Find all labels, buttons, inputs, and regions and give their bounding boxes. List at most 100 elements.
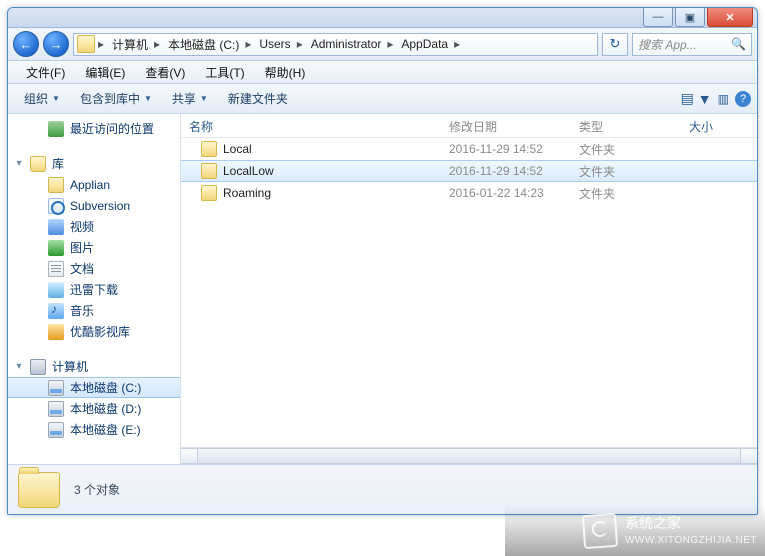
preview-pane-button[interactable]: ▥: [718, 92, 729, 106]
drive-icon: [48, 380, 64, 396]
breadcrumb[interactable]: ▸ 计算机▸ 本地磁盘 (C:)▸ Users▸ Administrator▸ …: [73, 33, 598, 56]
sidebar-item-drive[interactable]: 本地磁盘 (C:): [8, 377, 180, 398]
search-input[interactable]: 搜索 App... 🔍: [632, 33, 752, 56]
organize-button[interactable]: 组织▼: [14, 90, 70, 107]
crumb-computer[interactable]: 计算机: [104, 34, 154, 55]
title-bar: — ▣ ✕: [8, 8, 757, 28]
sidebar-item-recent[interactable]: 最近访问的位置: [8, 118, 180, 139]
watermark-title: 系统之家: [625, 516, 757, 531]
folder-icon: [77, 35, 95, 53]
back-button[interactable]: ←: [13, 31, 39, 57]
share-button[interactable]: 共享▼: [162, 90, 218, 107]
file-rows[interactable]: Local2016-11-29 14:52文件夹 LocalLow 2016-11-…: [181, 138, 757, 447]
menu-help[interactable]: 帮助(H): [255, 64, 316, 81]
sidebar-item[interactable]: 视频: [8, 216, 180, 237]
menu-edit[interactable]: 编辑(E): [75, 64, 135, 81]
file-type: 文件夹: [571, 181, 681, 206]
menu-tools[interactable]: 工具(T): [195, 64, 254, 81]
sidebar-item-label: 库: [52, 155, 64, 172]
refresh-button[interactable]: ↻: [602, 33, 628, 56]
menu-bar: 文件(F) 编辑(E) 查看(V) 工具(T) 帮助(H): [8, 61, 757, 84]
sidebar-item-label: 视频: [70, 218, 94, 235]
expand-icon[interactable]: ▾: [14, 361, 24, 372]
nav-bar: ← → ▸ 计算机▸ 本地磁盘 (C:)▸ Users▸ Administrat…: [8, 28, 757, 61]
sidebar-item-drive[interactable]: 本地磁盘 (D:): [8, 398, 180, 419]
sidebar-item-label: 迅雷下载: [70, 281, 118, 298]
help-button[interactable]: ?: [735, 91, 751, 107]
sidebar-item-label: Applian: [70, 178, 110, 192]
item-icon: [48, 219, 64, 235]
item-icon: [48, 282, 64, 298]
column-headers: 名称 修改日期 类型 大小: [181, 114, 757, 138]
folder-icon: [201, 185, 217, 201]
file-size: [681, 189, 757, 197]
close-button[interactable]: ✕: [707, 8, 753, 27]
minimize-button[interactable]: —: [643, 8, 673, 27]
file-size: [681, 145, 757, 153]
watermark-url: WWW.XITONGZHIJIA.NET: [625, 535, 757, 546]
sidebar-header-computer[interactable]: ▾ 计算机: [8, 356, 180, 377]
crumb-drive-c[interactable]: 本地磁盘 (C:): [160, 34, 245, 55]
drive-icon: [48, 422, 64, 438]
crumb-appdata[interactable]: AppData: [393, 34, 454, 55]
horizontal-scrollbar[interactable]: [181, 447, 757, 464]
library-icon: [30, 156, 46, 172]
sidebar-item[interactable]: 迅雷下载: [8, 279, 180, 300]
table-row[interactable]: Roaming2016-01-22 14:23文件夹: [181, 182, 757, 204]
sidebar-item-label: 文档: [70, 260, 94, 277]
table-row[interactable]: Local2016-11-29 14:52文件夹: [181, 138, 757, 160]
sidebar-item[interactable]: 文档: [8, 258, 180, 279]
item-icon: [48, 177, 64, 193]
sidebar-item-drive[interactable]: 本地磁盘 (E:): [8, 419, 180, 440]
file-name: Local: [223, 142, 252, 156]
sidebar-item-label: 音乐: [70, 302, 94, 319]
sidebar-header-libraries[interactable]: ▾ 库: [8, 153, 180, 174]
folder-icon: [18, 472, 60, 508]
col-size[interactable]: 大小: [681, 114, 757, 137]
col-type[interactable]: 类型: [571, 114, 681, 137]
content-area: 最近访问的位置 ▾ 库 Applian Subversion 视频图片文档迅雷下载音…: [8, 114, 757, 464]
crumb-users[interactable]: Users: [251, 34, 296, 55]
file-date: 2016-11-29 14:52: [441, 160, 571, 182]
computer-icon: [30, 359, 46, 375]
crumb-administrator[interactable]: Administrator: [303, 34, 388, 55]
sidebar-item[interactable]: Applian: [8, 174, 180, 195]
chevron-down-icon: ▼: [52, 94, 60, 103]
col-date[interactable]: 修改日期: [441, 114, 571, 137]
col-name[interactable]: 名称: [181, 114, 441, 137]
file-date: 2016-01-22 14:23: [441, 182, 571, 204]
search-placeholder: 搜索 App...: [638, 36, 697, 53]
sidebar-item-label: 优酷影视库: [70, 323, 130, 340]
file-name: LocalLow: [223, 164, 274, 178]
sidebar-item-label: 计算机: [52, 358, 88, 375]
toolbar: 组织▼ 包含到库中▼ 共享▼ 新建文件夹 ▤▼ ▥ ?: [8, 84, 757, 114]
sidebar-item[interactable]: Subversion: [8, 195, 180, 216]
view-mode-button[interactable]: ▤▼: [681, 90, 712, 107]
table-row[interactable]: LocalLow2016-11-29 14:52文件夹: [181, 160, 757, 182]
file-list: 名称 修改日期 类型 大小 Local2016-11-29 14:52文件夹Lo…: [181, 114, 757, 464]
sidebar-item[interactable]: 优酷影视库: [8, 321, 180, 342]
item-icon: [48, 324, 64, 340]
forward-button[interactable]: →: [43, 31, 69, 57]
sidebar-item[interactable]: 图片: [8, 237, 180, 258]
navigation-pane[interactable]: 最近访问的位置 ▾ 库 Applian Subversion 视频图片文档迅雷下载音…: [8, 114, 181, 464]
chevron-down-icon: ▼: [144, 94, 152, 103]
menu-view[interactable]: 查看(V): [135, 64, 195, 81]
sidebar-item[interactable]: 音乐: [8, 300, 180, 321]
expand-icon[interactable]: ▾: [14, 158, 24, 169]
watermark-icon: [582, 513, 618, 549]
status-text: 3 个对象: [74, 481, 120, 498]
chevron-right-icon[interactable]: ▸: [454, 37, 460, 51]
drive-icon: [48, 401, 64, 417]
sidebar-item-label: 图片: [70, 239, 94, 256]
include-button[interactable]: 包含到库中▼: [70, 90, 162, 107]
sidebar-item-label: 本地磁盘 (C:): [70, 379, 141, 396]
watermark: 系统之家 WWW.XITONGZHIJIA.NET: [505, 506, 765, 556]
folder-icon: [201, 141, 217, 157]
item-icon: [48, 303, 64, 319]
sidebar-item-label: 本地磁盘 (D:): [70, 400, 141, 417]
newfolder-button[interactable]: 新建文件夹: [218, 90, 298, 107]
search-icon: 🔍: [731, 37, 746, 51]
maximize-button[interactable]: ▣: [675, 8, 705, 27]
menu-file[interactable]: 文件(F): [16, 64, 75, 81]
